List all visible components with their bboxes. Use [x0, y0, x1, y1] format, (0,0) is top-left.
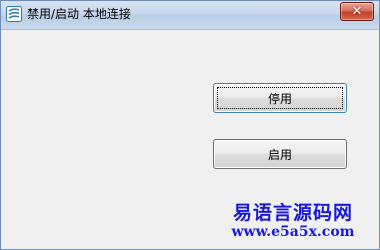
- title-bar[interactable]: 禁用/启动 本地连接 ✕: [1, 1, 379, 30]
- dialog-window: 禁用/启动 本地连接 ✕ 停用 启用 易语言源码网 www.e5a5x.com: [0, 0, 380, 250]
- disable-button[interactable]: 停用: [213, 83, 347, 113]
- close-icon: ✕: [351, 4, 363, 19]
- enable-button[interactable]: 启用: [213, 139, 347, 169]
- watermark-url: www.e5a5x.com: [231, 224, 355, 240]
- close-button[interactable]: ✕: [340, 2, 374, 21]
- watermark: 易语言源码网 www.e5a5x.com: [223, 202, 363, 240]
- app-logo-icon: [6, 6, 22, 22]
- window-title: 禁用/启动 本地连接: [27, 7, 131, 21]
- watermark-name: 易语言源码网: [232, 202, 353, 224]
